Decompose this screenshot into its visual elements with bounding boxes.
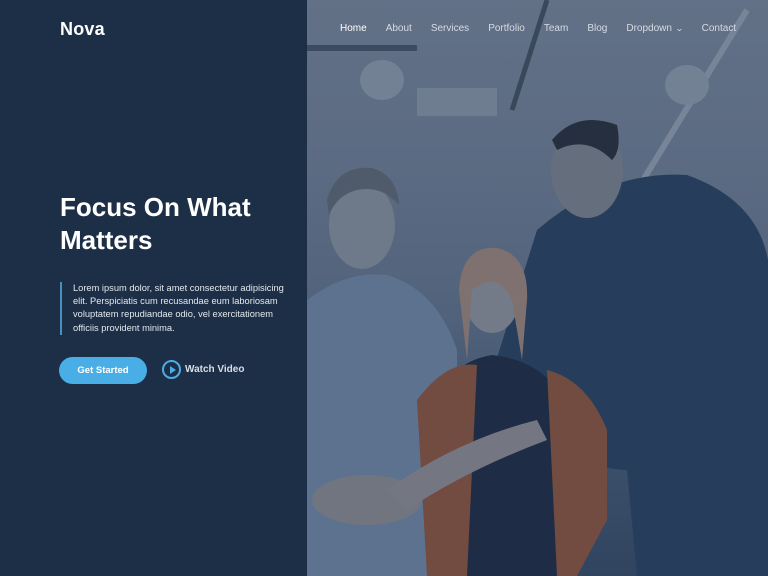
nav-item-services[interactable]: Services: [431, 23, 469, 34]
nav-item-contact[interactable]: Contact: [702, 23, 736, 34]
chevron-down-icon: ⌄: [674, 24, 684, 33]
nav-item-label: Blog: [587, 23, 608, 34]
nav-item-label: Contact: [701, 23, 737, 34]
play-icon: [169, 365, 176, 374]
nav-item-about[interactable]: About: [386, 23, 412, 34]
hero-image-team-photo: [307, 0, 768, 576]
get-started-button[interactable]: Get Started: [59, 357, 147, 384]
main-nav: Home About Services Portfolio Team Blog …: [340, 23, 755, 34]
nav-item-label: Team: [543, 23, 569, 34]
play-circle-icon: [162, 360, 181, 379]
nav-item-label: Dropdown: [626, 23, 672, 34]
nav-item-label: Home: [340, 23, 367, 34]
nav-item-dropdown[interactable]: Dropdown ⌄: [626, 23, 684, 34]
nav-item-portfolio[interactable]: Portfolio: [488, 23, 525, 34]
nav-item-blog[interactable]: Blog: [587, 23, 607, 34]
nav-item-label: Portfolio: [488, 23, 525, 34]
logo[interactable]: Nova: [60, 19, 105, 40]
hero-title: Focus On What Matters: [60, 192, 251, 255]
nav-item-home[interactable]: Home: [340, 23, 367, 34]
nav-item-label: About: [385, 23, 412, 34]
watch-video-label: Watch Video: [185, 364, 245, 375]
nav-item-team[interactable]: Team: [544, 23, 568, 34]
photo-overlay: [307, 0, 768, 576]
nav-item-label: Services: [430, 23, 470, 34]
watch-video-button[interactable]: Watch Video: [162, 360, 244, 379]
hero-description: Lorem ipsum dolor, sit amet consectetur …: [60, 282, 285, 335]
